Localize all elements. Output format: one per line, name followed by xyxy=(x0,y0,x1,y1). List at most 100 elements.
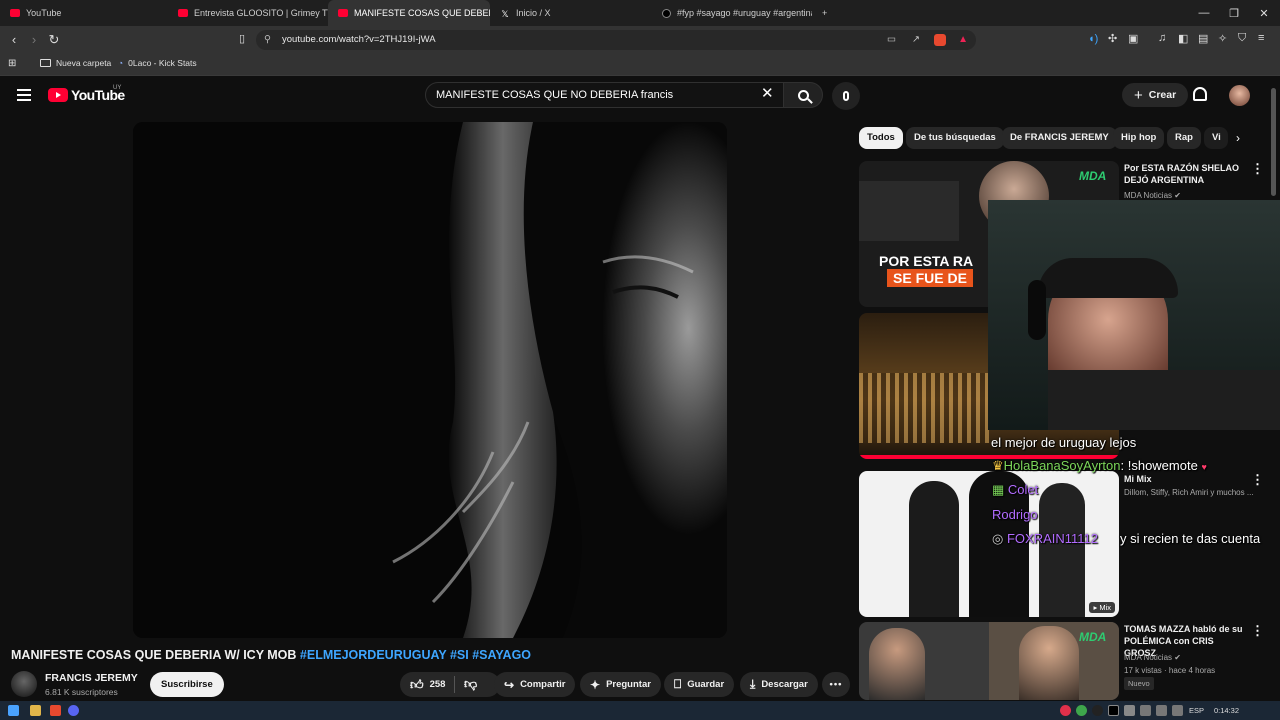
country-code: UY xyxy=(113,85,122,91)
tray-icon[interactable] xyxy=(1092,705,1103,716)
network-icon[interactable] xyxy=(1156,705,1167,716)
video-hashtags[interactable]: #ELMEJORDEURUGUAY #SI #SAYAGO xyxy=(300,648,531,662)
ask-button[interactable]: ✦ Preguntar xyxy=(580,672,661,697)
audio-icon[interactable]: ◖) xyxy=(1088,33,1098,45)
brave-shield-icon[interactable] xyxy=(934,34,946,46)
video-player[interactable] xyxy=(133,122,727,638)
channel-avatar[interactable] xyxy=(11,671,37,697)
tab-entrevista[interactable]: Entrevista GLOOSITO | Grimey TV 5x3 xyxy=(168,0,328,26)
microphone-icon xyxy=(843,91,849,101)
more-actions-button[interactable]: ••• xyxy=(822,672,850,697)
tray-icon[interactable] xyxy=(1140,705,1151,716)
kebab-menu-icon[interactable]: ⋮ xyxy=(1251,472,1264,488)
tray-icon[interactable] xyxy=(1108,705,1119,716)
back-icon[interactable]: ‹ xyxy=(4,32,24,47)
account-avatar[interactable] xyxy=(1229,85,1250,106)
video-title: MANIFESTE COSAS QUE DEBERIA W/ ICY MOB #… xyxy=(11,648,531,662)
tab-x[interactable]: 𝕏 Inicio / X xyxy=(490,0,652,26)
new-tab-button[interactable]: + xyxy=(812,0,836,26)
wallet-icon[interactable]: ▤ xyxy=(1198,32,1208,45)
music-icon[interactable]: ♫ xyxy=(1158,32,1166,44)
chip-de-francis-jeremy[interactable]: De FRANCIS JEREMY xyxy=(1002,127,1117,149)
kebab-menu-icon[interactable]: ⋮ xyxy=(1251,161,1264,177)
volume-icon[interactable] xyxy=(1172,705,1183,716)
url-field[interactable]: ⚲ youtube.com/watch?v=2THJ19I-jWA ▭ ↗ ▲ xyxy=(256,30,976,50)
share-page-icon[interactable]: ↗ xyxy=(912,30,920,50)
sidebar-icon[interactable]: ◧ xyxy=(1178,32,1188,45)
search-input[interactable]: MANIFESTE COSAS QUE NO DEBERIA francis xyxy=(425,82,785,108)
sparkle-icon: ✦ xyxy=(590,677,601,692)
brave-icon[interactable] xyxy=(50,705,61,716)
headphones-icon xyxy=(1028,280,1046,340)
save-button[interactable]: ⎕ Guardar xyxy=(664,672,735,697)
window-close-button[interactable]: ✕ xyxy=(1248,0,1280,26)
mix-badge: ▸ Mix xyxy=(1089,602,1115,613)
like-count: 258 xyxy=(429,679,446,690)
menu-icon[interactable]: ≡ xyxy=(1258,32,1264,44)
cast-icon[interactable]: ▭ xyxy=(887,30,896,50)
bookmark-icon[interactable]: ▯ xyxy=(232,32,252,45)
chip-todos[interactable]: Todos xyxy=(859,127,903,149)
bookmark-folder[interactable]: Nueva carpeta xyxy=(40,58,111,68)
subscribe-button[interactable]: Suscribirse xyxy=(150,672,224,697)
clear-search-icon[interactable]: ✕ xyxy=(761,85,774,103)
extensions-icon[interactable]: ✣ xyxy=(1108,32,1117,45)
thumbs-down-icon[interactable]: 👎︎ xyxy=(464,676,477,692)
ai-icon[interactable]: ✧ xyxy=(1218,32,1227,45)
minimize-button[interactable]: — xyxy=(1188,0,1220,26)
rec-title[interactable]: Mi Mix xyxy=(1124,473,1246,485)
thumb-person xyxy=(909,481,959,617)
download-icon: ⤓ xyxy=(750,677,756,691)
tray-icon[interactable] xyxy=(1060,705,1071,716)
ask-label: Preguntar xyxy=(606,679,651,690)
forward-icon[interactable]: › xyxy=(24,32,44,47)
brave-rewards-icon[interactable]: ▲ xyxy=(958,30,968,50)
notifications-bell-icon[interactable] xyxy=(1193,87,1207,101)
language-indicator[interactable]: ESP xyxy=(1189,706,1204,715)
tray-icon[interactable] xyxy=(1124,705,1135,716)
apps-grid-icon[interactable]: ⊞ xyxy=(8,58,16,69)
create-button[interactable]: + Crear xyxy=(1122,83,1189,107)
restore-button[interactable]: ❐ xyxy=(1218,0,1250,26)
search-query-text: MANIFESTE COSAS QUE NO DEBERIA francis xyxy=(436,89,674,101)
streamer-shirt xyxy=(1048,370,1280,430)
hamburger-menu-icon[interactable] xyxy=(17,89,31,101)
tray-icon[interactable] xyxy=(1076,705,1087,716)
page-scrollbar[interactable] xyxy=(1271,88,1276,196)
channel-name[interactable]: FRANCIS JEREMY xyxy=(45,672,138,684)
file-explorer-icon[interactable] xyxy=(30,705,41,716)
chip-rap[interactable]: Rap xyxy=(1167,127,1201,149)
tab-tiktok[interactable]: #fyp #sayago #uruguay #argentina xyxy=(652,0,812,26)
kebab-menu-icon[interactable]: ⋮ xyxy=(1251,623,1264,639)
tab-manifeste[interactable]: MANIFESTE COSAS QUE DEBERIA ✕ xyxy=(328,0,490,26)
like-button[interactable]: 👍︎ 258 xyxy=(410,677,445,693)
chat-username: FOXRAIN11112 xyxy=(1006,531,1099,546)
chip-partial[interactable]: Vi xyxy=(1204,127,1228,149)
rec-title[interactable]: Por ESTA RAZÓN SHELAO DEJÓ ARGENTINA xyxy=(1124,162,1246,186)
search-button[interactable] xyxy=(783,82,823,108)
rec-thumbnail[interactable]: MDA xyxy=(859,622,1119,700)
create-label: Crear xyxy=(1148,89,1177,101)
reload-icon[interactable]: ↻ xyxy=(44,32,64,48)
rec-channel[interactable]: Dillom, Stiffy, Rich Amiri y muchos ... xyxy=(1124,487,1254,498)
start-icon[interactable] xyxy=(8,705,19,716)
discord-icon[interactable] xyxy=(68,705,79,716)
tab-youtube[interactable]: YouTube xyxy=(0,0,168,26)
chip-de-tus-busquedas[interactable]: De tus búsquedas xyxy=(906,127,1004,149)
vpn-icon[interactable]: ⛉ xyxy=(1238,32,1246,45)
rec-channel[interactable]: MDA Noticias ✔︎ xyxy=(1124,652,1181,663)
share-button[interactable]: ↪ Compartir xyxy=(494,672,576,697)
thumb-background xyxy=(859,181,959,241)
search-icon xyxy=(797,89,809,101)
video-title-text: MANIFESTE COSAS QUE DEBERIA W/ ICY MOB xyxy=(11,648,300,662)
clock[interactable]: 0:14:32 xyxy=(1214,706,1239,715)
mda-logo: MDA xyxy=(1079,630,1107,644)
chat-message: ▦ Colet xyxy=(992,482,1038,498)
chip-hip-hop[interactable]: Hip hop xyxy=(1113,127,1165,149)
download-button[interactable]: ⤓ Descargar xyxy=(740,672,818,697)
chevron-right-icon[interactable]: › xyxy=(1236,131,1240,145)
bookmark-kick-stats[interactable]: ◔ 0Laco - Kick Stats xyxy=(118,58,197,68)
screenshot-icon[interactable]: ▣ xyxy=(1128,32,1138,45)
voice-search-button[interactable] xyxy=(832,82,860,110)
site-info-icon[interactable]: ⚲ xyxy=(264,30,271,50)
